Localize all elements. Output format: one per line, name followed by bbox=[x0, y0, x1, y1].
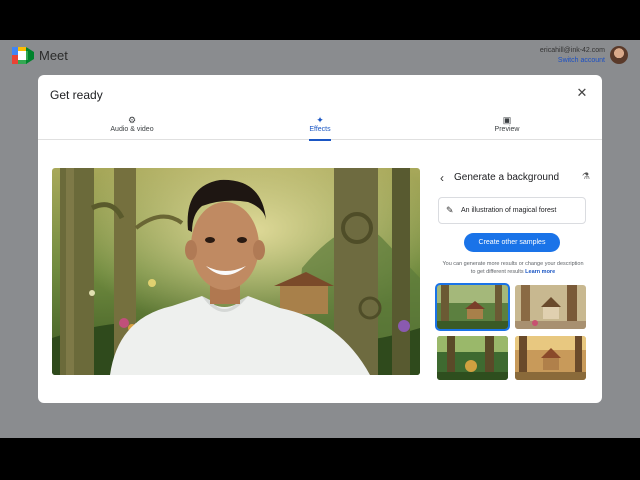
account-info: ericahill@ink-42.com Switch account bbox=[540, 46, 605, 66]
tab-audio-video[interactable]: ⚙ Audio & video bbox=[87, 113, 177, 140]
meet-screen: Meet ericahill@ink-42.com Switch account… bbox=[0, 40, 640, 438]
background-sample-3[interactable] bbox=[437, 336, 508, 380]
tab-preview[interactable]: ▣ Preview bbox=[462, 113, 552, 140]
tab-label: Audio & video bbox=[110, 126, 154, 133]
dialog-title: Get ready bbox=[50, 88, 103, 102]
prompt-text: An illustration of magical forest bbox=[461, 207, 557, 214]
background-prompt-field[interactable]: ✎ An illustration of magical forest bbox=[438, 197, 586, 224]
learn-more-link[interactable]: Learn more bbox=[525, 269, 555, 275]
avatar[interactable] bbox=[610, 46, 628, 64]
tab-effects[interactable]: ✦ Effects bbox=[275, 113, 365, 141]
sparkle-icon: ✦ bbox=[316, 115, 324, 125]
get-ready-dialog: Get ready ✕ ⚙ Audio & video ✦ Effects ▣ … bbox=[38, 75, 602, 403]
top-bar: Meet ericahill@ink-42.com Switch account bbox=[0, 40, 640, 74]
tab-bar: ⚙ Audio & video ✦ Effects ▣ Preview bbox=[38, 113, 602, 141]
switch-account-link[interactable]: Switch account bbox=[540, 56, 605, 66]
tab-label: Preview bbox=[494, 126, 520, 133]
account-email: ericahill@ink-42.com bbox=[539, 47, 605, 54]
chevron-left-icon[interactable]: ‹ bbox=[440, 170, 444, 186]
background-sample-2[interactable] bbox=[515, 285, 586, 329]
background-sample-1[interactable] bbox=[435, 283, 510, 331]
tab-label: Effects bbox=[309, 126, 331, 133]
magic-pen-icon: ✎ bbox=[446, 205, 454, 215]
app-name: Meet bbox=[39, 48, 68, 63]
background-sample-4[interactable] bbox=[515, 336, 586, 380]
close-icon[interactable]: ✕ bbox=[574, 85, 590, 101]
hint-text: You can generate more results or change … bbox=[442, 260, 584, 276]
panel-title: Generate a background bbox=[454, 172, 560, 183]
audio-video-settings-icon: ⚙ bbox=[127, 115, 137, 125]
create-other-samples-button[interactable]: Create other samples bbox=[464, 233, 560, 252]
hint-body: You can generate more results or change … bbox=[442, 261, 584, 275]
flask-icon: ⚗ bbox=[581, 171, 590, 181]
panel-header: ‹ Generate a background ⚗ bbox=[440, 170, 590, 186]
preview-icon: ▣ bbox=[502, 115, 512, 125]
meet-logo-icon bbox=[12, 47, 34, 64]
camera-preview bbox=[52, 168, 420, 375]
